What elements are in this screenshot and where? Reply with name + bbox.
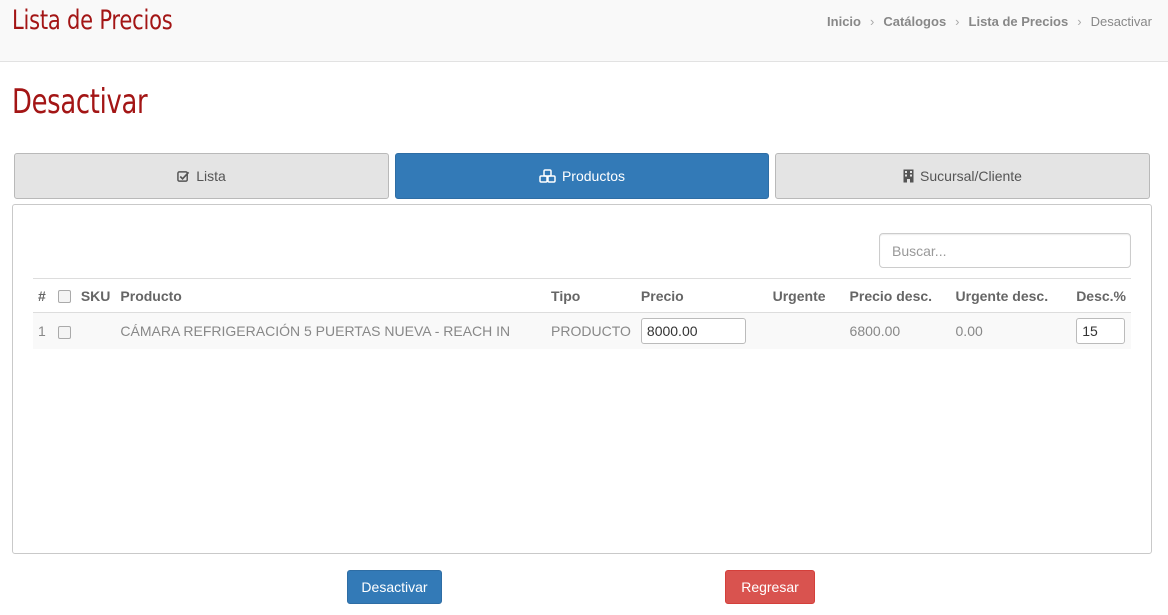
row-sku: [75, 312, 116, 349]
row-producto: CÁMARA REFRIGERACIÓN 5 PUERTAS NUEVA - R…: [115, 312, 547, 349]
row-tipo: PRODUCTO: [546, 312, 636, 349]
row-precio-desc: 6800.00: [844, 312, 951, 349]
building-icon: [903, 169, 914, 183]
select-all-checkbox[interactable]: [57, 290, 71, 304]
chevron-right-icon: ›: [1077, 14, 1082, 29]
header-sku: SKU: [75, 278, 116, 313]
deactivate-button[interactable]: Desactivar: [347, 570, 442, 604]
row-desc-pct-cell: [1071, 312, 1131, 349]
tab-sucursal-cliente-label: Sucursal/Cliente: [920, 168, 1022, 184]
header-producto: Producto: [115, 278, 547, 313]
search-input[interactable]: [879, 233, 1131, 268]
header-precio-desc: Precio desc.: [844, 278, 951, 313]
row-select-cell: [52, 312, 76, 349]
cubes-icon: [539, 169, 556, 183]
tab-productos-label: Productos: [561, 168, 626, 184]
header-num: #: [33, 278, 53, 313]
top-header: Lista de Precios Inicio › Catálogos › Li…: [0, 0, 1168, 62]
app-title: Lista de Precios: [12, 5, 173, 36]
page-title: Desactivar: [12, 82, 148, 122]
tab-lista[interactable]: Lista: [14, 153, 389, 199]
tab-bar: Lista Productos Sucursal/Cliente: [14, 153, 1150, 199]
breadcrumb: Inicio › Catálogos › Lista de Precios › …: [827, 14, 1152, 29]
products-table: # SKU Producto Tipo Precio Urgente Preci…: [33, 278, 1131, 349]
header-urgente: Urgente: [767, 278, 845, 313]
header-select-all: [52, 278, 76, 313]
tab-productos[interactable]: Productos: [395, 153, 769, 199]
breadcrumb-current: Desactivar: [1090, 14, 1152, 29]
header-precio: Precio: [635, 278, 768, 313]
table-header-row: # SKU Producto Tipo Precio Urgente Preci…: [33, 278, 1131, 313]
breadcrumb-catalogos[interactable]: Catálogos: [883, 14, 946, 29]
row-precio-cell: [635, 312, 768, 349]
tab-lista-label: Lista: [196, 168, 226, 184]
products-panel: # SKU Producto Tipo Precio Urgente Preci…: [12, 204, 1152, 554]
header-urgente-desc: Urgente desc.: [950, 278, 1072, 313]
row-urgente-desc: 0.00: [950, 312, 1072, 349]
row-urgente: [767, 312, 845, 349]
breadcrumb-inicio[interactable]: Inicio: [827, 14, 861, 29]
back-button[interactable]: Regresar: [725, 570, 815, 604]
chevron-right-icon: ›: [869, 14, 875, 29]
table-row: 1 CÁMARA REFRIGERACIÓN 5 PUERTAS NUEVA -…: [33, 312, 1131, 349]
chevron-right-icon: ›: [955, 14, 960, 29]
header-desc-pct: Desc.%: [1071, 278, 1131, 313]
breadcrumb-lista-de-precios[interactable]: Lista de Precios: [969, 14, 1069, 29]
desc-pct-input[interactable]: [1076, 317, 1126, 344]
precio-input[interactable]: [640, 317, 746, 344]
row-num: 1: [33, 312, 53, 349]
tab-sucursal-cliente[interactable]: Sucursal/Cliente: [775, 153, 1150, 199]
row-checkbox[interactable]: [57, 325, 71, 339]
check-square-icon: [177, 170, 190, 183]
header-tipo: Tipo: [546, 278, 636, 313]
